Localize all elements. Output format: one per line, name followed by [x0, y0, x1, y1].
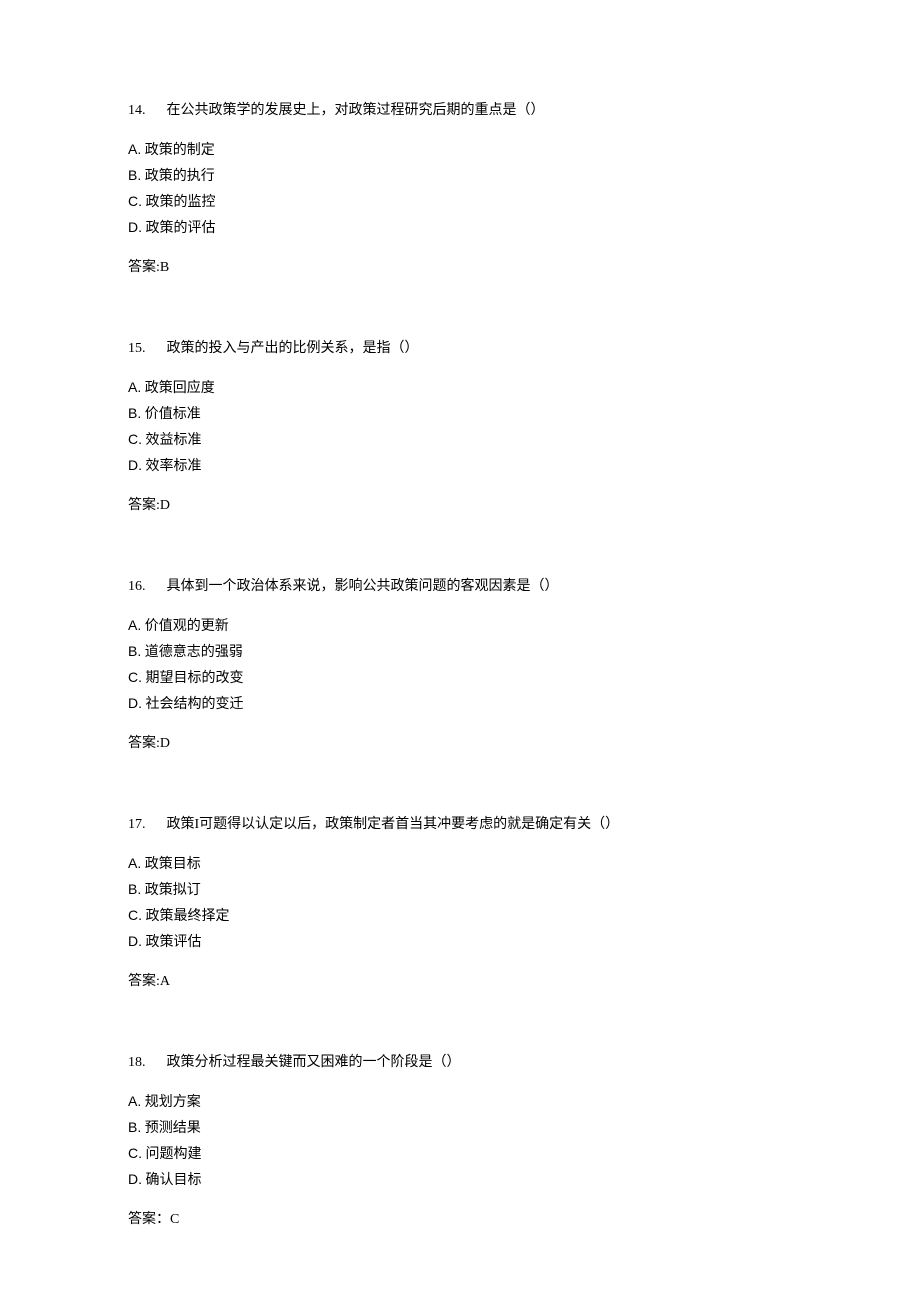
options-list: A. 政策的制定 B. 政策的执行 C. 政策的监控 D. 政策的评估 — [128, 139, 792, 239]
exam-page: 14. 在公共政策学的发展史上，对政策过程研究后期的重点是（） A. 政策的制定… — [0, 0, 920, 1310]
question-text: 政策分析过程最关键而又困难的一个阶段是（） — [167, 1055, 461, 1070]
option-item: B. 道德意志的强弱 — [128, 641, 792, 663]
question-block: 15. 政策的投入与产出的比例关系，是指（） A. 政策回应度 B. 价值标准 … — [128, 338, 792, 516]
option-letter: C. — [128, 667, 142, 688]
option-item: D. 效率标准 — [128, 455, 792, 477]
option-item: B. 预测结果 — [128, 1117, 792, 1139]
option-item: B. 政策拟订 — [128, 879, 792, 901]
option-letter: A. — [128, 377, 141, 398]
question-block: 18. 政策分析过程最关键而又困难的一个阶段是（） A. 规划方案 B. 预测结… — [128, 1052, 792, 1230]
question-stem: 17. 政策I可题得以认定以后，政策制定者首当其冲要考虑的就是确定有关（） — [128, 814, 792, 835]
option-letter: C. — [128, 1143, 142, 1164]
question-block: 16. 具体到一个政治体系来说，影响公共政策问题的客观因素是（） A. 价值观的… — [128, 576, 792, 754]
option-letter: A. — [128, 615, 141, 636]
option-text: 确认目标 — [146, 1173, 202, 1188]
option-item: D. 政策评估 — [128, 931, 792, 953]
option-letter: A. — [128, 1091, 141, 1112]
option-item: C. 期望目标的改变 — [128, 667, 792, 689]
options-list: A. 价值观的更新 B. 道德意志的强弱 C. 期望目标的改变 D. 社会结构的… — [128, 615, 792, 715]
option-letter: D. — [128, 693, 142, 714]
option-item: C. 效益标准 — [128, 429, 792, 451]
answer-label: 答案:D — [128, 733, 792, 754]
option-text: 政策的监控 — [146, 195, 216, 210]
option-item: D. 社会结构的变迁 — [128, 693, 792, 715]
option-item: A. 政策的制定 — [128, 139, 792, 161]
question-block: 17. 政策I可题得以认定以后，政策制定者首当其冲要考虑的就是确定有关（） A.… — [128, 814, 792, 992]
option-letter: B. — [128, 1117, 141, 1138]
question-stem: 14. 在公共政策学的发展史上，对政策过程研究后期的重点是（） — [128, 100, 792, 121]
option-text: 政策最终择定 — [146, 909, 230, 924]
option-item: C. 问题构建 — [128, 1143, 792, 1165]
option-letter: C. — [128, 905, 142, 926]
question-number: 15. — [128, 338, 156, 359]
option-letter: B. — [128, 165, 141, 186]
option-letter: B. — [128, 879, 141, 900]
option-letter: A. — [128, 139, 141, 160]
option-letter: D. — [128, 455, 142, 476]
option-text: 政策的评估 — [146, 221, 216, 236]
option-item: B. 政策的执行 — [128, 165, 792, 187]
option-text: 政策的制定 — [145, 143, 215, 158]
option-letter: D. — [128, 217, 142, 238]
answer-label: 答案:A — [128, 971, 792, 992]
option-text: 社会结构的变迁 — [146, 697, 244, 712]
option-text: 政策目标 — [145, 857, 201, 872]
option-letter: C. — [128, 191, 142, 212]
question-stem: 16. 具体到一个政治体系来说，影响公共政策问题的客观因素是（） — [128, 576, 792, 597]
option-text: 效益标准 — [146, 433, 202, 448]
question-text: 政策I可题得以认定以后，政策制定者首当其冲要考虑的就是确定有关（） — [167, 817, 620, 832]
option-text: 政策拟订 — [145, 883, 201, 898]
option-text: 效率标准 — [146, 459, 202, 474]
option-text: 政策评估 — [146, 935, 202, 950]
option-letter: A. — [128, 853, 141, 874]
question-stem: 15. 政策的投入与产出的比例关系，是指（） — [128, 338, 792, 359]
option-text: 问题构建 — [146, 1147, 202, 1162]
option-letter: B. — [128, 641, 141, 662]
option-letter: C. — [128, 429, 142, 450]
options-list: A. 政策回应度 B. 价值标准 C. 效益标准 D. 效率标准 — [128, 377, 792, 477]
question-number: 14. — [128, 100, 156, 121]
options-list: A. 政策目标 B. 政策拟订 C. 政策最终择定 D. 政策评估 — [128, 853, 792, 953]
question-number: 18. — [128, 1052, 156, 1073]
question-block: 14. 在公共政策学的发展史上，对政策过程研究后期的重点是（） A. 政策的制定… — [128, 100, 792, 278]
option-item: A. 政策回应度 — [128, 377, 792, 399]
option-item: A. 政策目标 — [128, 853, 792, 875]
option-text: 价值标准 — [145, 407, 201, 422]
answer-label: 答案:D — [128, 495, 792, 516]
question-stem: 18. 政策分析过程最关键而又困难的一个阶段是（） — [128, 1052, 792, 1073]
answer-label: 答案:B — [128, 257, 792, 278]
option-text: 政策回应度 — [145, 381, 215, 396]
option-item: D. 确认目标 — [128, 1169, 792, 1191]
question-text: 具体到一个政治体系来说，影响公共政策问题的客观因素是（） — [167, 579, 559, 594]
question-number: 16. — [128, 576, 156, 597]
option-item: D. 政策的评估 — [128, 217, 792, 239]
option-item: A. 价值观的更新 — [128, 615, 792, 637]
options-list: A. 规划方案 B. 预测结果 C. 问题构建 D. 确认目标 — [128, 1091, 792, 1191]
option-text: 预测结果 — [145, 1121, 201, 1136]
option-text: 道德意志的强弱 — [145, 645, 243, 660]
option-text: 期望目标的改变 — [146, 671, 244, 686]
option-text: 规划方案 — [145, 1095, 201, 1110]
option-item: A. 规划方案 — [128, 1091, 792, 1113]
option-letter: B. — [128, 403, 141, 424]
option-text: 政策的执行 — [145, 169, 215, 184]
option-item: B. 价值标准 — [128, 403, 792, 425]
question-text: 政策的投入与产出的比例关系，是指（） — [167, 341, 419, 356]
option-item: C. 政策的监控 — [128, 191, 792, 213]
question-number: 17. — [128, 814, 156, 835]
answer-label: 答案：C — [128, 1209, 792, 1230]
option-letter: D. — [128, 1169, 142, 1190]
option-item: C. 政策最终择定 — [128, 905, 792, 927]
question-text: 在公共政策学的发展史上，对政策过程研究后期的重点是（） — [167, 103, 545, 118]
option-text: 价值观的更新 — [145, 619, 229, 634]
option-letter: D. — [128, 931, 142, 952]
